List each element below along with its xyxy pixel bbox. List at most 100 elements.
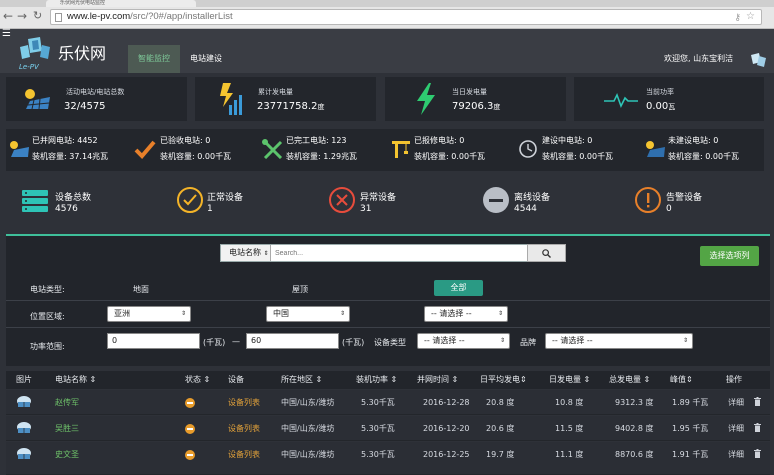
cell-date: 2016-12-25 [423, 450, 470, 459]
grid-connected-icon [10, 141, 29, 157]
col-capacity[interactable]: 装机功率 ⇕ [356, 371, 397, 389]
col-peak[interactable]: 峰值⇕ [670, 371, 693, 389]
table-row[interactable]: 吴胜三 设备列表 中国/山东/潍坊 5.30千瓦 2016-12-20 20.6… [6, 416, 770, 441]
clock-icon [519, 140, 537, 158]
device-list-link[interactable]: 设备列表 [228, 390, 260, 415]
welcome-text[interactable]: 欢迎您, 山东宝利洁 [664, 45, 733, 73]
checkmark-icon [134, 140, 156, 159]
cell-capacity: 5.30千瓦 [361, 398, 395, 407]
forward-icon[interactable]: → [17, 10, 27, 22]
bookmark-star-icon[interactable]: ☆ [746, 10, 755, 24]
cell-total: 9312.3 度 [615, 398, 654, 407]
col-grid-date[interactable]: 并网时间 ⇕ [417, 371, 458, 389]
detail-link[interactable]: 详细 [728, 390, 744, 415]
trash-icon[interactable] [754, 423, 761, 432]
cell-peak: 1.89 千瓦 [672, 398, 709, 407]
device-error-count[interactable]: 31 [360, 204, 371, 214]
cell-capacity: 5.30千瓦 [361, 450, 395, 459]
avatar[interactable] [748, 52, 768, 68]
region-country-select[interactable]: 中国 ⇕ [266, 306, 350, 322]
stat-unit: 度 [317, 103, 325, 111]
col-region[interactable]: 所在地区 ⇕ [281, 371, 322, 389]
stat-value: 23771758.2 [257, 101, 318, 112]
option-all[interactable]: 全部 [434, 280, 483, 296]
station-name-link[interactable]: 吴胜三 [55, 416, 79, 441]
station-name-link[interactable]: 史文圣 [55, 442, 79, 467]
stat-card-daily-energy: 当日发电量 79206.3度 [385, 77, 566, 121]
cell-daily: 11.1 度 [555, 450, 584, 459]
search-group: 电站名称 ⇕ [220, 244, 566, 262]
region-continent-select[interactable]: 亚洲 ⇕ [107, 306, 191, 322]
stat-label: 活动电站/电站总数 [66, 88, 125, 96]
device-type-label: 设备类型 [374, 338, 406, 347]
lightning-icon [417, 83, 435, 115]
status-minus-icon [185, 450, 195, 460]
browser-tab[interactable]: 乐伏网光伏电站监控 [46, 0, 196, 7]
col-total-energy[interactable]: 总发电量 ⇕ [609, 371, 650, 389]
device-list-link[interactable]: 设备列表 [228, 416, 260, 441]
station-status-row: 已并网电站: 4452 装机容量: 37.14兆瓦 已验收电站: 0 装机容量:… [6, 129, 764, 171]
device-normal-count[interactable]: 1 [207, 204, 213, 214]
offline-circle-icon [483, 187, 509, 213]
cell-avg: 20.6 度 [486, 424, 515, 433]
device-alarm-label: 告警设备 [666, 193, 703, 203]
device-alarm-count[interactable]: 0 [666, 204, 672, 214]
pulse-icon [604, 92, 638, 108]
power-max-input[interactable]: 60 [246, 333, 339, 349]
cell-date: 2016-12-20 [423, 424, 470, 433]
device-total-count[interactable]: 4576 [55, 204, 78, 214]
option-roof[interactable]: 屋顶 [292, 284, 308, 295]
col-station-name[interactable]: 电站名称 ⇕ [55, 371, 96, 389]
table-header: 图片 电站名称 ⇕ 状态 ⇕ 设备 所在地区 ⇕ 装机功率 ⇕ 并网时间 ⇕ 日… [6, 371, 770, 389]
col-daily-avg[interactable]: 日平均发电⇕ [480, 371, 527, 389]
nav-smart-monitor[interactable]: 智能监控 [128, 45, 180, 73]
stat-card-total-energy: 累计发电量 23771758.2度 [195, 77, 376, 121]
search-type-select[interactable]: 电站名称 ⇕ [221, 245, 271, 261]
trash-icon[interactable] [754, 449, 761, 458]
station-name-link[interactable]: 赵传军 [55, 390, 79, 415]
device-list-link[interactable]: 设备列表 [228, 442, 260, 467]
back-icon[interactable]: ← [3, 10, 13, 22]
power-min-input[interactable]: 0 [107, 333, 200, 349]
power-range-label: 功率范围: [30, 342, 65, 351]
url-path: /src/?0#/app/installerList [130, 11, 233, 22]
trash-icon[interactable] [754, 397, 761, 406]
error-circle-icon [329, 187, 355, 213]
status-minus-icon [185, 398, 195, 408]
cell-daily: 11.5 度 [555, 424, 584, 433]
address-bar[interactable]: www.le-pv.com/src/?0#/app/installerList … [50, 9, 762, 25]
col-status[interactable]: 状态 ⇕ [185, 371, 210, 389]
hamburger-menu-icon[interactable]: ☰ [2, 29, 13, 40]
col-action: 操作 [726, 375, 742, 384]
stat-label: 当前功率 [646, 88, 674, 96]
cell-capacity: 5.30千瓦 [361, 424, 395, 433]
region-province-select[interactable]: -- 请选择 -- ⇕ [424, 306, 508, 322]
page-icon [55, 13, 62, 22]
detail-link[interactable]: 详细 [728, 416, 744, 441]
detail-link[interactable]: 详细 [728, 442, 744, 467]
cell-avg: 20.8 度 [486, 398, 515, 407]
station-type-label: 电站类型: [30, 285, 65, 294]
option-ground[interactable]: 地面 [133, 284, 149, 295]
search-input[interactable] [273, 245, 525, 261]
device-summary-row: 设备总数 4576 正常设备 1 异常设备 31 离线设备 4544 告警设备 … [6, 178, 764, 233]
search-button[interactable] [527, 244, 566, 262]
reload-icon[interactable]: ↻ [33, 10, 42, 22]
energy-bars-icon [220, 83, 242, 115]
col-daily-energy[interactable]: 日发电量 ⇕ [549, 371, 590, 389]
cell-daily: 10.8 度 [555, 398, 584, 407]
choose-columns-button[interactable]: 选择选项列 [700, 246, 759, 266]
device-offline-count[interactable]: 4544 [514, 204, 537, 214]
check-circle-icon [177, 187, 203, 213]
station-thumbnail-icon [17, 396, 31, 407]
nav-station-construction[interactable]: 电站建设 [190, 45, 222, 73]
table-row[interactable]: 史文圣 设备列表 中国/山东/潍坊 5.30千瓦 2016-12-25 19.7… [6, 442, 770, 475]
key-icon[interactable]: ⚷ [734, 10, 741, 24]
table-row[interactable]: 赵传军 设备列表 中国/山东/潍坊 5.30千瓦 2016-12-28 20.8… [6, 390, 770, 415]
device-type-select[interactable]: -- 请选择 -- ⇕ [417, 333, 510, 349]
brand-select[interactable]: -- 请选择 -- ⇕ [545, 333, 693, 349]
search-icon [542, 249, 551, 258]
crane-icon [392, 141, 410, 158]
cell-total: 9402.8 度 [615, 424, 654, 433]
server-icon [22, 190, 48, 212]
